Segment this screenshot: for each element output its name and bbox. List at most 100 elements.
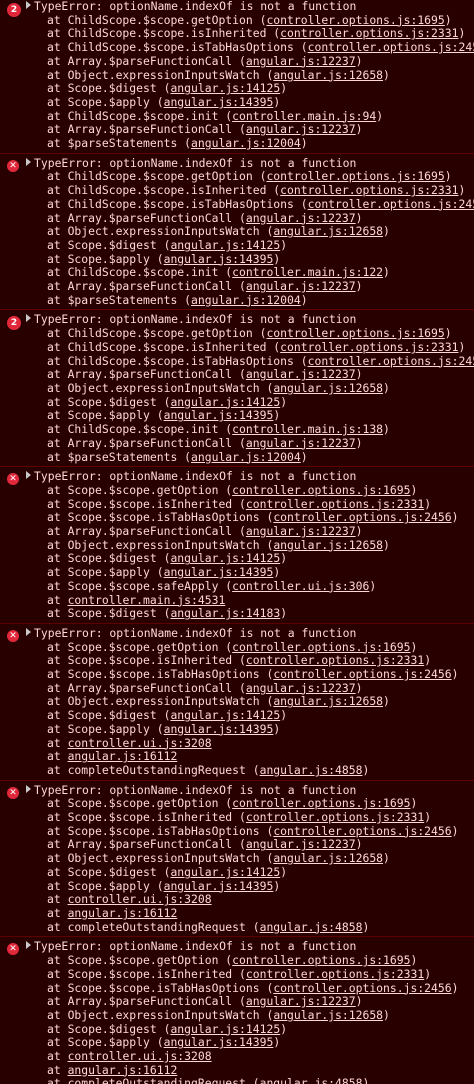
source-link[interactable]: angular.js:14125 — [170, 238, 280, 252]
console-error-entry[interactable]: ✕ TypeError: optionName.indexOf is not a … — [0, 154, 474, 311]
source-link[interactable]: angular.js:12237 — [246, 436, 356, 450]
source-link[interactable]: controller.ui.js:3208 — [68, 892, 212, 906]
source-link[interactable]: angular.js:12237 — [246, 54, 356, 68]
source-link[interactable]: angular.js:12658 — [273, 68, 383, 82]
source-link[interactable]: controller.options.js:1695 — [266, 169, 444, 184]
console-error-entry[interactable]: ✕ TypeError: optionName.indexOf is not a … — [0, 467, 474, 624]
source-link[interactable]: controller.options.js:2456 — [273, 981, 451, 995]
source-link[interactable]: angular.js:12658 — [273, 538, 383, 552]
source-link[interactable]: angular.js:12237 — [246, 681, 356, 695]
source-link[interactable]: controller.options.js:1695 — [232, 953, 410, 967]
source-link[interactable]: angular.js:14395 — [164, 722, 274, 736]
source-link[interactable]: controller.options.js:1695 — [232, 796, 410, 811]
source-link[interactable]: angular.js:12658 — [273, 1008, 383, 1022]
error-message-row[interactable]: TypeError: optionName.indexOf is not a f… — [24, 783, 474, 798]
source-link[interactable]: controller.main.js:94 — [232, 109, 376, 123]
error-message-row[interactable]: TypeError: optionName.indexOf is not a f… — [24, 0, 474, 14]
source-link[interactable]: controller.ui.js:3208 — [68, 1049, 212, 1063]
source-link[interactable]: controller.options.js:2331 — [246, 653, 424, 667]
stack-frame-function: at $parseStatements ( — [47, 449, 192, 464]
disclosure-triangle-icon[interactable] — [26, 784, 31, 793]
source-link[interactable]: angular.js:16112 — [68, 906, 178, 920]
stack-frame-function: at Object.expressionInputsWatch ( — [47, 224, 274, 239]
disclosure-triangle-icon[interactable] — [26, 314, 31, 323]
source-link[interactable]: angular.js:4858 — [260, 1076, 363, 1084]
stack-frame: at Object.expressionInputsWatch (angular… — [0, 224, 474, 239]
console-error-entry[interactable]: 2 TypeError: optionName.indexOf is not a … — [0, 310, 474, 468]
stack-frame-function: at Array.$parseFunctionCall ( — [47, 367, 246, 382]
source-link[interactable]: controller.options.js:2456 — [308, 354, 474, 368]
source-link[interactable]: controller.options.js:2456 — [273, 667, 451, 681]
source-link[interactable]: angular.js:12658 — [273, 381, 383, 395]
source-link[interactable]: angular.js:14395 — [164, 879, 274, 893]
source-link[interactable]: controller.options.js:2456 — [308, 40, 474, 54]
error-message-row[interactable]: TypeError: optionName.indexOf is not a f… — [24, 626, 474, 641]
source-link[interactable]: angular.js:14395 — [164, 408, 274, 423]
error-message-row[interactable]: TypeError: optionName.indexOf is not a f… — [24, 156, 474, 171]
source-link[interactable]: angular.js:16112 — [68, 1063, 178, 1077]
source-link[interactable]: angular.js:14125 — [170, 1022, 280, 1036]
source-link[interactable]: controller.ui.js:3208 — [68, 736, 212, 750]
disclosure-triangle-icon[interactable] — [26, 157, 31, 166]
source-link[interactable]: angular.js:14395 — [164, 95, 274, 109]
source-link[interactable]: angular.js:12237 — [246, 279, 356, 293]
source-link[interactable]: controller.main.js:4531 — [68, 593, 226, 607]
console-error-entry[interactable]: ✕ TypeError: optionName.indexOf is not a … — [0, 624, 474, 781]
source-link[interactable]: angular.js:14125 — [170, 708, 280, 722]
source-link[interactable]: angular.js:12237 — [246, 837, 356, 852]
source-link[interactable]: angular.js:14395 — [164, 1035, 274, 1049]
source-link[interactable]: controller.options.js:2331 — [280, 26, 458, 41]
source-link[interactable]: controller.options.js:1695 — [232, 483, 410, 497]
source-link[interactable]: controller.main.js:138 — [232, 422, 383, 436]
source-link[interactable]: controller.options.js:2331 — [246, 497, 424, 511]
source-link[interactable]: angular.js:12658 — [273, 224, 383, 238]
console-error-entry[interactable]: ✕ TypeError: optionName.indexOf is not a … — [0, 781, 474, 938]
source-link[interactable]: controller.options.js:2456 — [273, 824, 451, 838]
source-link[interactable]: angular.js:12237 — [246, 211, 356, 225]
disclosure-triangle-icon[interactable] — [26, 627, 31, 636]
stack-frame-suffix: ) — [444, 12, 452, 27]
source-link[interactable]: controller.ui.js:306 — [232, 579, 369, 593]
source-link[interactable]: angular.js:12004 — [191, 293, 301, 307]
source-link[interactable]: controller.options.js:2456 — [308, 197, 474, 211]
source-link[interactable]: angular.js:4858 — [260, 920, 363, 934]
source-link[interactable]: controller.options.js:2331 — [280, 183, 458, 197]
source-link[interactable]: angular.js:12004 — [191, 136, 301, 150]
source-link[interactable]: angular.js:14125 — [170, 551, 280, 566]
source-link[interactable]: angular.js:12237 — [246, 994, 356, 1008]
error-message-row[interactable]: TypeError: optionName.indexOf is not a f… — [24, 940, 474, 954]
source-link[interactable]: angular.js:12658 — [273, 694, 383, 709]
source-link[interactable]: controller.options.js:1695 — [266, 13, 444, 27]
stack-frame-function: at Scope.$digest ( — [47, 1021, 171, 1036]
source-link[interactable]: angular.js:14125 — [170, 81, 280, 95]
disclosure-triangle-icon[interactable] — [26, 941, 31, 950]
source-link[interactable]: angular.js:12237 — [246, 122, 356, 136]
console-error-entry[interactable]: 2 TypeError: optionName.indexOf is not a … — [0, 0, 474, 154]
error-message-row[interactable]: TypeError: optionName.indexOf is not a f… — [24, 469, 474, 484]
console-error-entry[interactable]: ✕ TypeError: optionName.indexOf is not a … — [0, 937, 474, 1084]
stack-frame-function: at Scope.$scope.isInherited ( — [47, 810, 246, 825]
source-link[interactable]: angular.js:14125 — [170, 395, 280, 409]
source-link[interactable]: angular.js:12004 — [191, 450, 301, 464]
source-link[interactable]: angular.js:14395 — [164, 565, 274, 579]
stack-frame-function: at ChildScope.$scope.getOption ( — [47, 169, 267, 184]
stack-frame-suffix: ) — [362, 762, 370, 777]
source-link[interactable]: controller.options.js:2456 — [273, 510, 451, 524]
error-message-row[interactable]: TypeError: optionName.indexOf is not a f… — [24, 313, 474, 327]
source-link[interactable]: angular.js:4858 — [260, 763, 363, 777]
disclosure-triangle-icon[interactable] — [26, 471, 31, 480]
source-link[interactable]: angular.js:12658 — [273, 851, 383, 865]
source-link[interactable]: angular.js:12237 — [246, 367, 356, 381]
source-link[interactable]: controller.options.js:2331 — [246, 967, 424, 981]
source-link[interactable]: angular.js:14395 — [164, 252, 274, 266]
source-link[interactable]: angular.js:14125 — [170, 865, 280, 879]
source-link[interactable]: controller.options.js:1695 — [266, 326, 444, 340]
source-link[interactable]: angular.js:14183 — [170, 606, 280, 620]
source-link[interactable]: angular.js:16112 — [68, 749, 178, 763]
source-link[interactable]: controller.main.js:122 — [232, 265, 383, 280]
source-link[interactable]: controller.options.js:1695 — [232, 640, 410, 654]
source-link[interactable]: angular.js:12237 — [246, 524, 356, 538]
source-link[interactable]: controller.options.js:2331 — [280, 340, 458, 354]
disclosure-triangle-icon[interactable] — [26, 1, 31, 9]
source-link[interactable]: controller.options.js:2331 — [246, 810, 424, 824]
